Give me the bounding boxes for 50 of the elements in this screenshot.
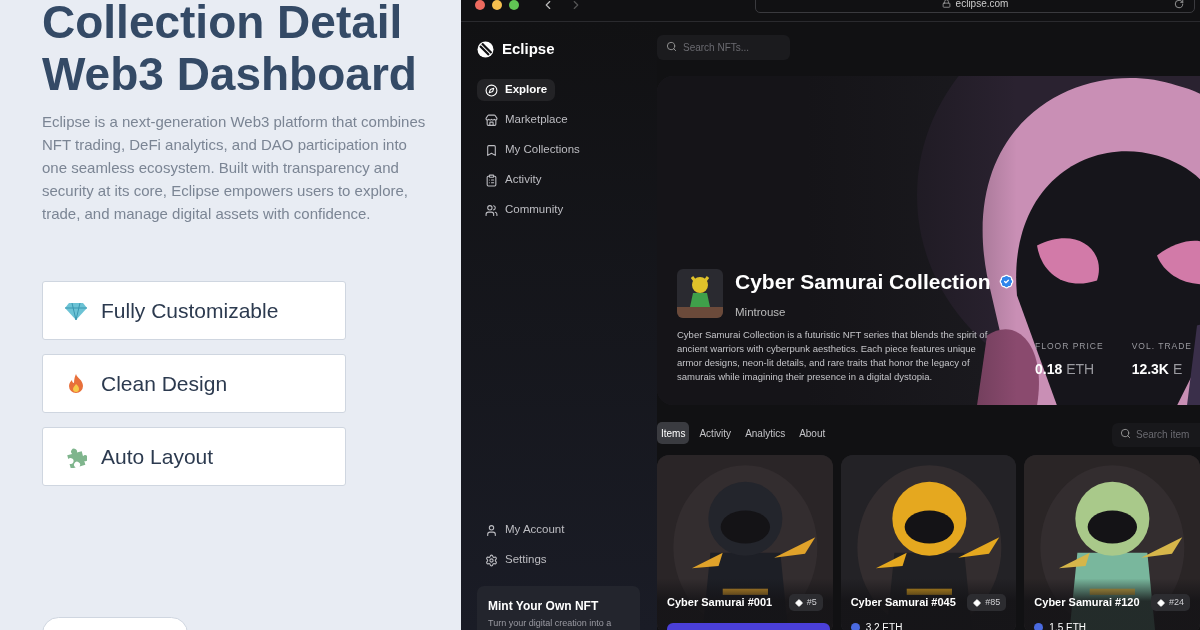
nav-item[interactable]: My Account — [477, 519, 565, 541]
search-icon — [666, 41, 677, 52]
diamond-icon — [794, 598, 803, 607]
feature-label: Fully Customizable — [101, 297, 279, 324]
rank-badge: #24 — [1151, 594, 1190, 611]
nav-icon — [485, 143, 498, 157]
nav-item[interactable]: My Collections — [477, 139, 588, 161]
reload-icon[interactable] — [1174, 0, 1184, 9]
logo-icon — [477, 40, 494, 58]
nav-icon — [485, 203, 498, 217]
diamond-icon — [65, 301, 87, 320]
flame-icon — [67, 373, 85, 394]
nft-card[interactable]: Cyber Samurai #001 #5 — [657, 455, 833, 630]
nav-icon — [485, 113, 498, 127]
tab[interactable]: Items — [657, 422, 690, 444]
promo-text: Turn your digital creation into a — [488, 618, 613, 628]
description: Eclipse is a next-generation Web3 platform that combines NFT trading, DeFi analytics, and DAO participation into one seamless ecosystem. Built with transparency and security at its core, Eclipse empowers users to explore, trade, and manage digital assets with confidence. — [42, 112, 427, 224]
nft-name: Cyber Samurai #001 — [667, 595, 773, 611]
tab[interactable]: Activity — [695, 422, 736, 444]
diamond-icon — [1157, 598, 1165, 607]
nav-icon — [485, 83, 498, 97]
promo-title: Mint Your Own NFT — [488, 598, 600, 615]
nav-item[interactable]: Settings — [477, 549, 547, 571]
item-search-field[interactable]: Search item — [1112, 422, 1200, 447]
feature-label: Clean Design — [101, 370, 228, 397]
nav-icon — [485, 173, 498, 187]
diamond-icon — [973, 598, 982, 607]
tab[interactable]: Analytics — [741, 422, 790, 444]
feature-label: Auto Layout — [101, 443, 214, 470]
nav-item[interactable]: Activity — [477, 169, 550, 191]
nav-item[interactable]: Marketplace — [477, 109, 576, 131]
tab[interactable]: About — [795, 422, 830, 444]
url-bar[interactable]: eclipse.com — [755, 0, 1195, 13]
nft-name: Cyber Samurai #045 — [850, 595, 956, 611]
url-text: eclipse.com — [955, 0, 1009, 11]
settings-icon — [485, 553, 498, 567]
page-title: Web3 Dashboard — [42, 48, 418, 100]
search-field[interactable]: Search NFTs... — [657, 35, 790, 60]
search-icon — [1120, 428, 1131, 439]
eth-icon — [850, 623, 860, 630]
nav-item[interactable]: Community — [477, 199, 572, 221]
rank-badge: #5 — [788, 594, 823, 611]
nav-item[interactable]: Explore — [477, 79, 556, 101]
nft-name: Cyber Samurai #120 — [1034, 595, 1140, 611]
page-title: Collection Detail — [42, 0, 404, 48]
brand-name: Eclipse — [502, 38, 555, 59]
user-icon — [485, 523, 498, 537]
eth-icon — [1034, 623, 1044, 630]
rank-badge: #85 — [967, 594, 1007, 611]
lock-icon — [941, 0, 951, 8]
